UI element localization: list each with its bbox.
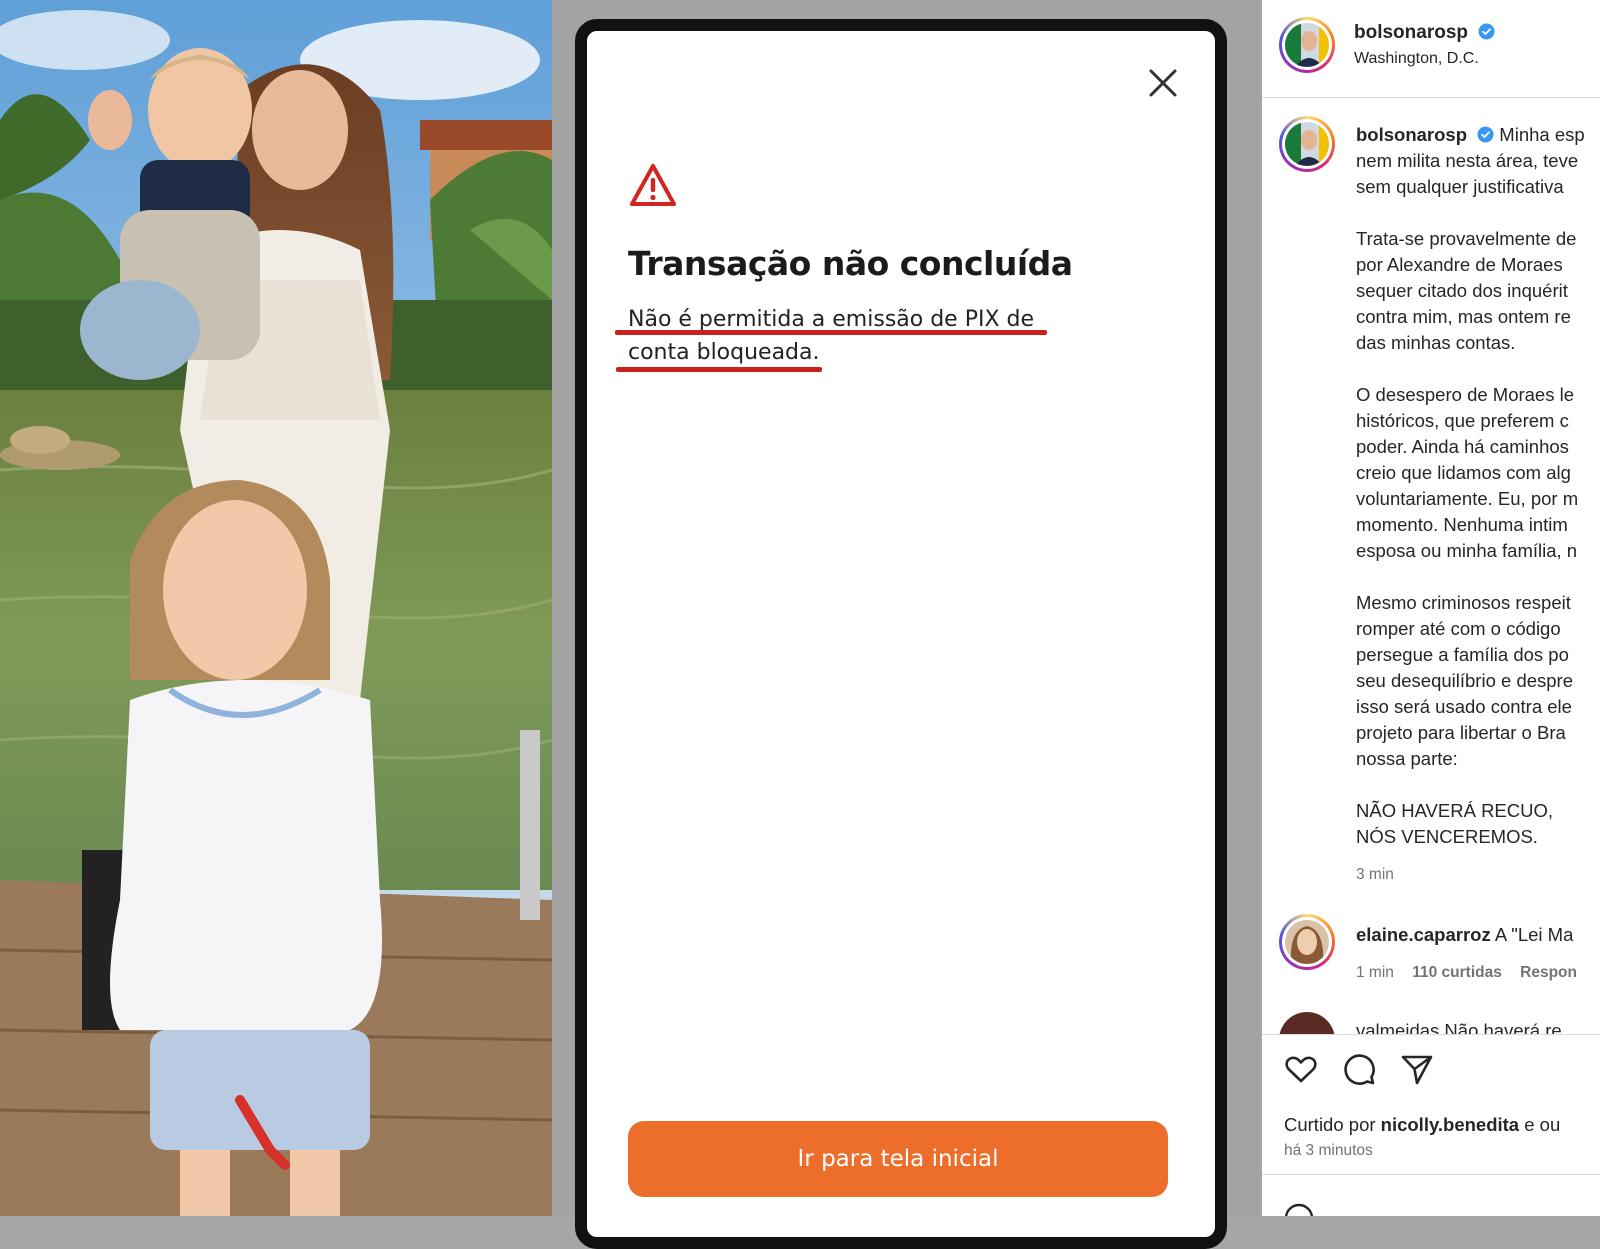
warning-icon	[630, 164, 676, 206]
comment-meta: 1 min 110 curtidas Respon	[1356, 964, 1577, 982]
caption-line: isso será usado contra ele	[1356, 696, 1572, 717]
reply-button[interactable]: Respon	[1520, 964, 1577, 981]
caption-line: persegue a família dos po	[1356, 644, 1569, 665]
header-avatar[interactable]	[1279, 17, 1335, 73]
post-caption: bolsonarosp Minha esp nem milita nesta á…	[1356, 122, 1600, 876]
caption-line: sequer citado dos inquérit	[1356, 280, 1568, 301]
caption-line: projeto para libertar o Bra	[1356, 722, 1566, 743]
caption-line: esposa ou minha família, n	[1356, 540, 1578, 561]
caption-line: momento. Nenhuma intim	[1356, 514, 1568, 535]
red-underline-1	[615, 330, 1047, 335]
caption-line: poder. Ainda há caminhos	[1356, 436, 1569, 457]
instagram-panel: bolsonarosp Washington, D.C. bolsonarosp	[1262, 0, 1600, 1216]
liked-by-user[interactable]: nicolly.benedita	[1381, 1114, 1519, 1135]
caption-line: sem qualquer justificativa	[1356, 176, 1564, 197]
comment-body: A "Lei Ma	[1494, 924, 1574, 945]
header-location[interactable]: Washington, D.C.	[1354, 50, 1479, 68]
error-message: Não é permitida a emissão de PIX de cont…	[628, 303, 1088, 369]
caption-line: Trata-se provavelmente de	[1356, 228, 1577, 249]
caption-line: NÓS VENCEREMOS.	[1356, 826, 1538, 847]
comment-box-divider	[1262, 1174, 1600, 1175]
post-date[interactable]: há 3 minutos	[1284, 1142, 1373, 1160]
caption-line: por Alexandre de Moraes	[1356, 254, 1563, 275]
post-photo	[0, 0, 552, 1216]
caption-username[interactable]: bolsonarosp	[1356, 124, 1467, 145]
caption-line: nem milita nesta área, teve	[1356, 150, 1579, 171]
comment-icon[interactable]	[1342, 1052, 1376, 1086]
close-icon[interactable]	[1145, 65, 1181, 101]
comment-time[interactable]: 1 min	[1356, 964, 1394, 981]
red-underline-2	[616, 367, 822, 372]
heart-icon[interactable]	[1284, 1052, 1318, 1086]
caption-line: O desespero de Moraes le	[1356, 384, 1575, 405]
caption-line: Minha esp	[1499, 124, 1585, 145]
caption-line: contra mim, mas ontem re	[1356, 306, 1571, 327]
caption-line: seu desequilíbrio e despre	[1356, 670, 1574, 691]
caption-line: voluntariamente. Eu, por m	[1356, 488, 1579, 509]
caption-line: Mesmo criminosos respeit	[1356, 592, 1571, 613]
caption-avatar[interactable]	[1279, 116, 1335, 172]
caption-line: das minhas contas.	[1356, 332, 1516, 353]
commenter-avatar[interactable]	[1279, 914, 1335, 970]
liked-by: Curtido por nicolly.benedita e ou	[1284, 1114, 1560, 1136]
transaction-title: Transação não concluída	[628, 244, 1073, 283]
comment-text: elaine.caparroz A "Lei Ma	[1356, 924, 1573, 946]
commenter-photo	[1285, 920, 1329, 964]
header-username[interactable]: bolsonarosp	[1354, 22, 1495, 44]
caption-line: históricos, que preferem c	[1356, 410, 1569, 431]
profile-photo	[1285, 122, 1329, 166]
caption-line: romper até com o código	[1356, 618, 1561, 639]
caption-time[interactable]: 3 min	[1356, 866, 1394, 884]
verified-badge-icon	[1478, 23, 1495, 40]
share-icon[interactable]	[1400, 1052, 1434, 1086]
caption-line: nossa parte:	[1356, 748, 1458, 769]
caption-line: creio que lidamos com alg	[1356, 462, 1571, 483]
go-home-button[interactable]: Ir para tela inicial	[628, 1121, 1168, 1197]
emoji-icon[interactable]	[1284, 1203, 1314, 1216]
header-divider	[1262, 97, 1600, 98]
verified-badge-icon	[1477, 126, 1494, 143]
error-message-line-2: conta bloqueada.	[628, 340, 820, 365]
liked-by-prefix: Curtido por	[1284, 1114, 1376, 1135]
liked-by-suffix[interactable]: e ou	[1524, 1114, 1560, 1135]
comment-likes[interactable]: 110 curtidas	[1412, 964, 1502, 981]
comment-username[interactable]: elaine.caparroz	[1356, 924, 1491, 945]
caption-line: NÃO HAVERÁ RECUO,	[1356, 800, 1554, 821]
phone-screen: Transação não concluída Não é permitida …	[575, 19, 1227, 1249]
profile-photo	[1285, 23, 1329, 67]
